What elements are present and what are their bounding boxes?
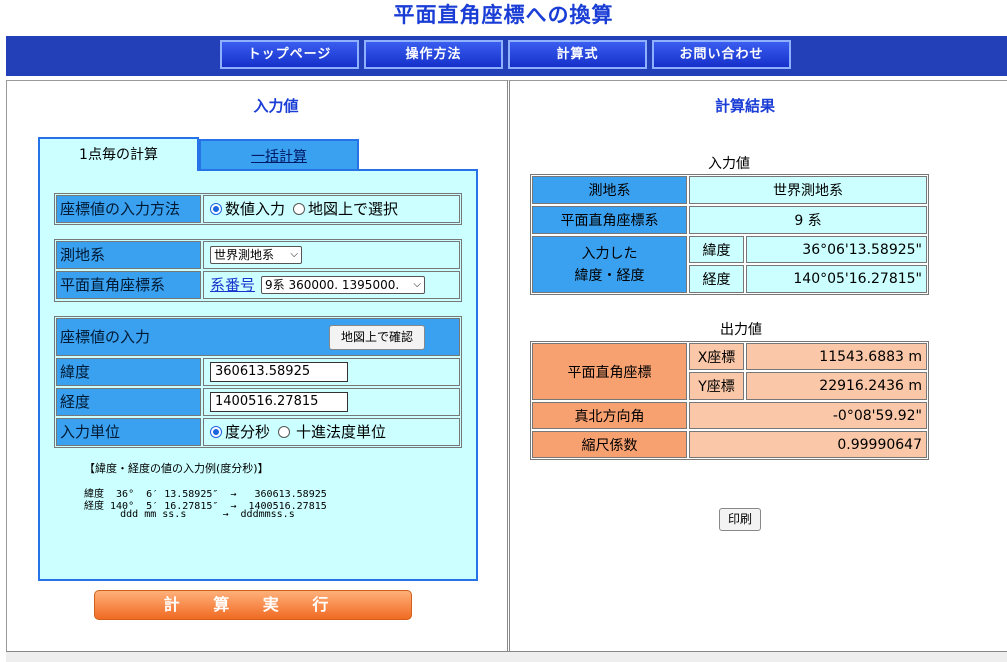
check-on-map-button[interactable]: 地図上で確認 — [329, 325, 425, 350]
result-latlon-label-line2: 緯度・経度 — [574, 267, 645, 284]
radio-map[interactable] — [293, 203, 306, 215]
nav-bar: トップページ 操作方法 計算式 お問い合わせ — [6, 36, 1007, 76]
output-xy-label: 平面直角座標 — [532, 343, 687, 400]
result-section-title: 計算結果 — [714, 97, 775, 115]
datum-select[interactable]: 世界測地系 ⌵ — [210, 246, 302, 264]
output-x-label: X座標 — [689, 343, 744, 370]
result-datum-value: 世界測地系 — [689, 176, 927, 204]
nav-howto-button[interactable]: 操作方法 — [364, 40, 503, 69]
result-latlon-label-line1: 入力した — [581, 245, 638, 262]
result-latlon-label: 入力した 緯度・経度 — [532, 236, 687, 293]
latitude-input[interactable]: 360613.58925 — [210, 362, 348, 382]
output-scale-value: 0.99990647 — [689, 431, 927, 458]
radio-numeric-label[interactable]: 数値入力 — [225, 196, 285, 222]
result-lon-value: 140°05'16.27815" — [746, 265, 927, 293]
radio-dms[interactable] — [210, 426, 222, 438]
tab-batch-calc[interactable]: 一括計算 — [199, 139, 359, 171]
plane-label: 平面直角座標系 — [56, 271, 201, 299]
output-y-label: Y座標 — [689, 372, 744, 400]
result-datum-label: 測地系 — [532, 176, 687, 204]
unit-label: 入力単位 — [56, 418, 201, 446]
radio-map-label[interactable]: 地図上で選択 — [308, 196, 398, 222]
nav-top-page-button[interactable]: トップページ — [220, 40, 359, 69]
latitude-label: 緯度 — [56, 358, 201, 386]
radio-decimal[interactable] — [278, 426, 291, 438]
datum-frame: 測地系 世界測地系 ⌵ 平面直角座標系 系番号 9系 360000. 13950… — [54, 239, 462, 302]
radio-dms-label[interactable]: 度分秒 — [225, 419, 270, 445]
output-x-value: 11543.6883 m — [746, 343, 927, 370]
plane-select[interactable]: 9系 360000. 1395000. ⌵ — [261, 276, 426, 294]
calculate-button[interactable]: 計 算 実 行 — [94, 590, 412, 620]
output-y-value: 22916.2436 m — [746, 372, 927, 400]
datum-label: 測地系 — [56, 241, 201, 269]
result-output-table: 平面直角座標 X座標 11543.6883 m Y座標 22916.2436 m… — [530, 341, 929, 460]
example-line: ddd mm ss.s → dddmmss.s — [84, 509, 295, 520]
input-method-options: 数値入力 地図上で選択 — [203, 195, 460, 223]
page-title: 平面直角座標への換算 — [393, 3, 614, 27]
plane-select-value: 9系 360000. 1395000. — [265, 278, 400, 292]
datum-select-value: 世界測地系 — [214, 248, 275, 262]
nav-contact-button[interactable]: お問い合わせ — [652, 40, 791, 69]
result-lat-value: 36°06'13.58925" — [746, 236, 927, 263]
nav-formula-button[interactable]: 計算式 — [508, 40, 647, 69]
result-plane-value: 9 系 — [689, 206, 927, 234]
output-north-label: 真北方向角 — [532, 402, 687, 429]
output-north-value: -0°08'59.92" — [689, 402, 927, 429]
input-section-title: 入力値 — [253, 97, 299, 115]
input-values-caption: 入力値 — [708, 156, 750, 172]
input-method-label: 座標値の入力方法 — [56, 195, 201, 223]
tab-single-calc[interactable]: 1点毎の計算 — [38, 137, 199, 171]
zone-number-link[interactable]: 系番号 — [210, 272, 255, 298]
output-values-caption: 出力値 — [720, 322, 762, 338]
longitude-input[interactable]: 1400516.27815 — [210, 392, 348, 412]
longitude-label: 経度 — [56, 388, 201, 416]
print-button[interactable]: 印刷 — [719, 508, 761, 531]
input-method-frame: 座標値の入力方法 数値入力 地図上で選択 — [54, 193, 462, 225]
radio-decimal-label[interactable]: 十進法度単位 — [296, 419, 386, 445]
radio-numeric[interactable] — [210, 203, 222, 215]
result-lat-label: 緯度 — [689, 236, 744, 263]
result-input-table: 測地系 世界測地系 平面直角座標系 9 系 入力した 緯度・経度 緯度 36°0… — [530, 174, 929, 295]
output-scale-label: 縮尺係数 — [532, 431, 687, 458]
example-title: 【緯度・経度の値の入力例(度分秒)】 — [84, 462, 269, 475]
result-plane-label: 平面直角座標系 — [532, 206, 687, 234]
bottom-bar — [6, 651, 1007, 662]
chevron-down-icon: ⌵ — [290, 249, 298, 260]
chevron-down-icon: ⌵ — [413, 279, 422, 290]
result-lon-label: 経度 — [689, 265, 744, 293]
